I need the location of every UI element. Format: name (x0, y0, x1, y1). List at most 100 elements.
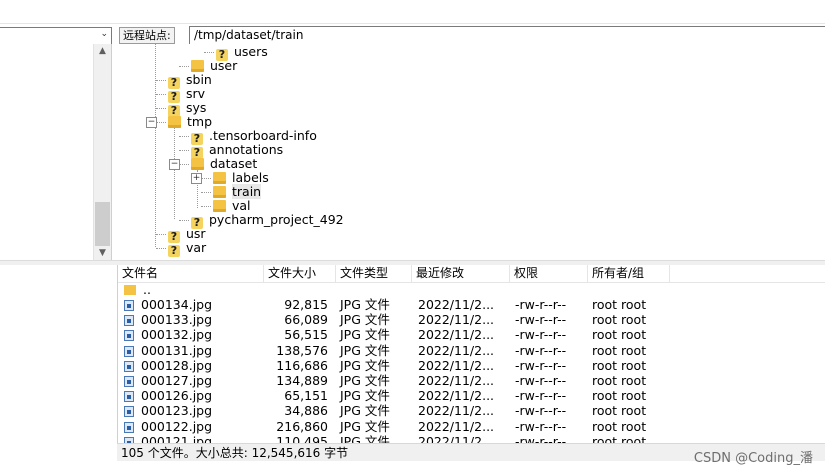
file-permissions: -rw-r--r-- (515, 297, 567, 312)
file-permissions: -rw-r--r-- (515, 312, 567, 328)
remote-directory-tree[interactable]: ? users user? sbin? srv? sys − tmp? .tensorboard… (117, 44, 825, 260)
file-modified: 2022/11/2... (418, 327, 495, 343)
file-type: JPG 文件 (340, 312, 390, 328)
file-size: 216,860 (276, 418, 328, 434)
remote-file-list[interactable]: 文件名 文件大小 文件类型 最近修改 权限 所有者/组 .. 000134.jpg 92,81… (118, 265, 825, 443)
file-size: 134,889 (276, 373, 328, 388)
file-row[interactable]: 000133.jpg 66,089 JPG 文件 2022/11/2... -rw-r-… (118, 312, 825, 327)
file-type: JPG 文件 (340, 327, 390, 343)
file-modified: 2022/11/2... (418, 418, 495, 434)
remote-path-input[interactable]: /tmp/dataset/train (189, 26, 825, 45)
collapse-icon[interactable]: − (146, 117, 157, 128)
file-owner: root root (592, 433, 647, 443)
file-modified: 2022/11/2... (418, 388, 495, 404)
tree-connector (179, 150, 189, 151)
tree-item-pycharm-project-492[interactable]: ? pycharm_project_492 (191, 212, 344, 229)
tree-item-label: val (232, 198, 251, 213)
header-col-name[interactable]: 文件名 (118, 265, 264, 282)
file-name: 000121.jpg (141, 433, 213, 443)
file-row[interactable]: 000128.jpg 116,686 JPG 文件 2022/11/2... -rw-r… (118, 358, 825, 373)
tree-connector (156, 94, 166, 95)
file-type: JPG 文件 (340, 373, 390, 388)
file-row[interactable]: 000127.jpg 134,889 JPG 文件 2022/11/2... -rw-r… (118, 373, 825, 388)
question-folder-icon: ? (168, 245, 180, 257)
folder-icon (213, 200, 226, 212)
tree-item-label: annotations (209, 142, 284, 157)
collapse-icon[interactable]: − (169, 159, 180, 170)
header-col-perms[interactable]: 权限 (510, 265, 588, 282)
chevron-down-icon[interactable]: ⌄ (100, 29, 108, 39)
tree-item-users[interactable]: ? users (216, 45, 268, 61)
tree-connector (179, 164, 189, 165)
file-type: JPG 文件 (340, 403, 390, 419)
file-name: 000132.jpg (141, 327, 213, 343)
watermark: CSDN @Coding_潘 (693, 451, 813, 466)
file-row[interactable]: 000126.jpg 65,151 JPG 文件 2022/11/2... -rw-r-… (118, 388, 825, 403)
file-permissions: -rw-r--r-- (515, 342, 567, 358)
folder-icon (191, 60, 204, 72)
tree-item-usr[interactable]: ? usr (168, 227, 206, 243)
parent-directory-row[interactable]: .. (118, 282, 825, 297)
file-owner: root root (592, 418, 647, 434)
file-permissions: -rw-r--r-- (515, 433, 567, 443)
local-path-combobox[interactable]: ⌄ (0, 27, 112, 45)
tree-item-dataset[interactable]: dataset (191, 157, 257, 171)
image-file-icon (124, 300, 134, 311)
local-tree-scrollbar[interactable]: ▲ ▼ (93, 44, 111, 260)
file-row[interactable]: 000134.jpg 92,815 JPG 文件 2022/11/2... -rw-r-… (118, 297, 825, 312)
file-type: JPG 文件 (340, 388, 390, 404)
local-file-list[interactable] (0, 265, 118, 461)
local-directory-tree[interactable]: ▲ ▼ (0, 44, 112, 260)
file-size: 92,815 (284, 297, 328, 312)
tree-connector (204, 52, 214, 53)
file-modified: 2022/11/2... (418, 373, 495, 388)
file-owner: root root (592, 403, 647, 419)
tree-item-tensorboard-info[interactable]: ? .tensorboard-info (191, 129, 317, 145)
file-row[interactable]: 000132.jpg 56,515 JPG 文件 2022/11/2... -rw-r-… (118, 327, 825, 342)
folder-icon (191, 158, 204, 170)
tree-item-label: dataset (210, 156, 258, 171)
header-col-owner[interactable]: 所有者/组 (588, 265, 670, 282)
tree-connector (156, 80, 166, 81)
tree-item-srv[interactable]: ? srv (168, 87, 205, 103)
tree-item-val[interactable]: val (213, 199, 251, 213)
file-modified: 2022/11/2... (418, 342, 495, 358)
tree-item-var[interactable]: ? var (168, 241, 206, 257)
expand-icon[interactable]: + (191, 173, 202, 184)
tree-item-label: tmp (187, 114, 213, 129)
file-type: JPG 文件 (340, 418, 390, 434)
file-permissions: -rw-r--r-- (515, 357, 567, 373)
file-owner: root root (592, 312, 647, 328)
image-file-icon (124, 406, 134, 418)
tree-connector (201, 206, 211, 207)
file-modified: 2022/11/2... (418, 312, 495, 328)
tree-item-label: pycharm_project_492 (209, 212, 344, 227)
tree-connector (201, 178, 211, 179)
file-name: 000128.jpg (141, 357, 213, 373)
header-col-size[interactable]: 文件大小 (264, 265, 336, 282)
file-row[interactable]: 000121.jpg 110,495 JPG 文件 2022/11/2... -rw-r… (118, 434, 825, 443)
file-size: 34,886 (284, 403, 328, 419)
tree-item-annotations[interactable]: ? annotations (191, 142, 284, 159)
scroll-thumb[interactable] (95, 202, 110, 246)
tree-item-tmp[interactable]: tmp (168, 115, 212, 129)
tree-item-label: train (232, 184, 262, 199)
file-row[interactable]: 000123.jpg 34,886 JPG 文件 2022/11/2... -rw-r-… (118, 403, 825, 418)
tree-item-train[interactable]: train (213, 184, 262, 199)
header-col-type[interactable]: 文件类型 (336, 265, 412, 282)
file-row[interactable]: 000131.jpg 138,576 JPG 文件 2022/11/2... -rw-r… (118, 343, 825, 358)
file-owner: root root (592, 373, 647, 388)
file-size: 65,151 (284, 388, 328, 404)
tree-guide-line (174, 127, 175, 219)
header-col-modified[interactable]: 最近修改 (412, 265, 510, 282)
tree-item-labels[interactable]: labels (213, 171, 269, 185)
tree-item-user[interactable]: user (191, 59, 237, 73)
image-file-icon (124, 345, 134, 357)
folder-icon (124, 285, 136, 295)
tree-item-sys[interactable]: ? sys (168, 100, 207, 117)
scroll-down-icon[interactable]: ▼ (94, 246, 111, 260)
file-row[interactable]: 000122.jpg 216,860 JPG 文件 2022/11/2... -rw-r… (118, 419, 825, 434)
tree-item-sbin[interactable]: ? sbin (168, 73, 212, 89)
tree-item-label: sys (186, 100, 207, 115)
scroll-up-icon[interactable]: ▲ (94, 44, 111, 58)
